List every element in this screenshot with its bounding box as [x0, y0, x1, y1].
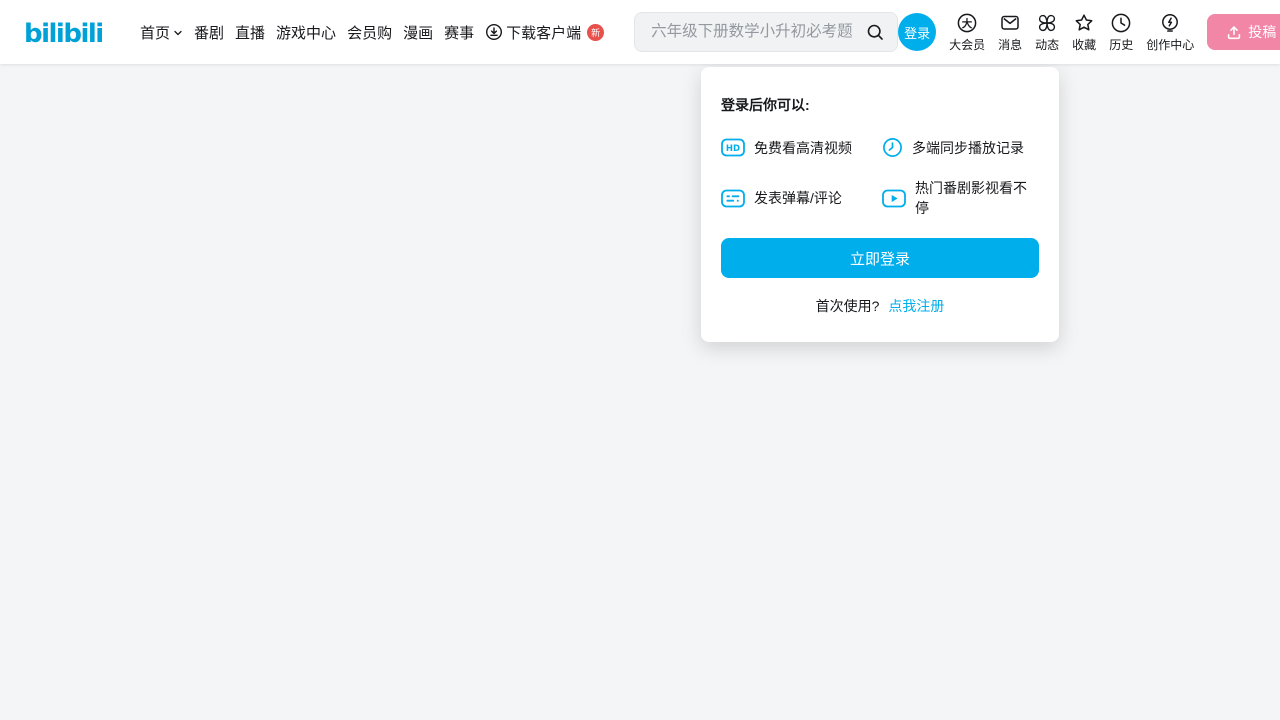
nav-item-label: 直播: [235, 24, 266, 42]
message-icon: [999, 12, 1021, 34]
benefit-hot-bangumi: 热门番剧影视看不停: [882, 178, 1039, 218]
play-icon: [882, 189, 906, 208]
benefit-sync-history: 多端同步播放记录: [882, 137, 1039, 158]
benefit-label: 免费看高清视频: [754, 139, 852, 156]
action-item-label: 收藏: [1072, 37, 1097, 52]
chevron-down-icon: [173, 28, 183, 38]
new-badge: 新: [587, 23, 605, 41]
benefit-label: 发表弹幕/评论: [754, 190, 842, 206]
action-item-creative-center[interactable]: 创作中心: [1146, 12, 1194, 53]
danmaku-icon: [721, 189, 745, 208]
nav-item-label: 下载客户端: [506, 24, 582, 42]
bilibili-logo-icon: bilibili: [24, 19, 104, 49]
popup-footer: 首次使用? 点我注册: [721, 296, 1039, 316]
top-navbar: bilibili 首页 番剧 直播 游戏中心 会员购 漫画 赛事 下载客户端 新…: [0, 0, 1280, 64]
clock-icon: [1110, 12, 1132, 34]
login-label: 登录: [904, 25, 931, 41]
popup-title: 登录后你可以:: [721, 97, 810, 113]
action-item-label: 大会员: [949, 37, 986, 52]
search-button[interactable]: [864, 21, 887, 44]
benefits-grid: HD 免费看高清视频 多端同步播放记录 发表弹幕/评论 热门番剧影视看不停: [721, 137, 1039, 218]
benefit-label: 多端同步播放记录: [912, 139, 1024, 156]
benefit-danmaku-comment: 发表弹幕/评论: [721, 178, 882, 218]
upload-button-label: 投稿: [1248, 24, 1277, 40]
action-item-history[interactable]: 历史: [1109, 12, 1133, 53]
login-now-button[interactable]: 立即登录: [721, 238, 1039, 278]
bilibili-logo[interactable]: bilibili: [24, 15, 128, 49]
action-item-label: 动态: [1035, 37, 1060, 52]
search-bar: [634, 12, 899, 52]
sync-clock-icon: [882, 137, 903, 158]
nav-item-label: 会员购: [347, 24, 393, 42]
download-icon: [485, 23, 503, 41]
nav-item-label: 赛事: [444, 24, 475, 42]
header-actions: 登录 大 大会员 消息 动态 收藏 历史 创作中心 投稿: [898, 12, 1280, 53]
nav-item-vip-shop[interactable]: 会员购: [347, 22, 392, 43]
lightbulb-icon: [1159, 12, 1181, 34]
nav-item-home[interactable]: 首页: [140, 22, 183, 43]
action-item-messages[interactable]: 消息: [998, 12, 1022, 53]
hd-icon: HD: [721, 138, 745, 157]
action-item-favorites[interactable]: 收藏: [1072, 12, 1096, 53]
register-link[interactable]: 点我注册: [888, 298, 944, 314]
nav-item-label: 首页: [140, 24, 171, 42]
nav-item-manga[interactable]: 漫画: [403, 22, 433, 43]
upload-submit-button[interactable]: 投稿: [1207, 14, 1280, 50]
benefit-label: 热门番剧影视看不停: [915, 180, 1027, 216]
nav-item-game-center[interactable]: 游戏中心: [276, 22, 336, 43]
nav-item-label: 漫画: [403, 24, 434, 42]
vip-icon: 大: [956, 12, 978, 34]
nav-item-label: 游戏中心: [276, 24, 337, 42]
benefit-hd-video: HD 免费看高清视频: [721, 137, 882, 158]
search-icon: [866, 23, 885, 42]
login-benefits-popup: 登录后你可以: HD 免费看高清视频 多端同步播放记录 发表弹幕/评论 热门番剧…: [701, 67, 1059, 342]
nav-item-live[interactable]: 直播: [235, 22, 265, 43]
star-icon: [1073, 12, 1095, 34]
upload-icon: [1226, 24, 1242, 40]
login-avatar-button[interactable]: 登录: [898, 13, 937, 51]
nav-item-esports[interactable]: 赛事: [444, 22, 474, 43]
action-item-label: 创作中心: [1146, 37, 1195, 52]
action-item-label: 消息: [998, 37, 1023, 52]
search-input[interactable]: [651, 23, 865, 41]
nav-item-bangumi[interactable]: 番剧: [194, 22, 224, 43]
nav-item-label: 番剧: [194, 24, 225, 42]
action-item-label: 历史: [1109, 37, 1134, 52]
main-nav: 首页 番剧 直播 游戏中心 会员购 漫画 赛事 下载客户端 新: [140, 22, 605, 43]
svg-text:大: 大: [962, 17, 973, 30]
action-item-dynamics[interactable]: 动态: [1035, 12, 1059, 53]
first-time-text: 首次使用?: [815, 298, 880, 314]
svg-text:bilibili: bilibili: [24, 19, 103, 49]
nav-item-download-client[interactable]: 下载客户端 新: [485, 22, 605, 43]
pinwheel-icon: [1036, 12, 1058, 34]
svg-text:HD: HD: [726, 144, 740, 154]
action-item-vip[interactable]: 大 大会员: [949, 12, 985, 53]
